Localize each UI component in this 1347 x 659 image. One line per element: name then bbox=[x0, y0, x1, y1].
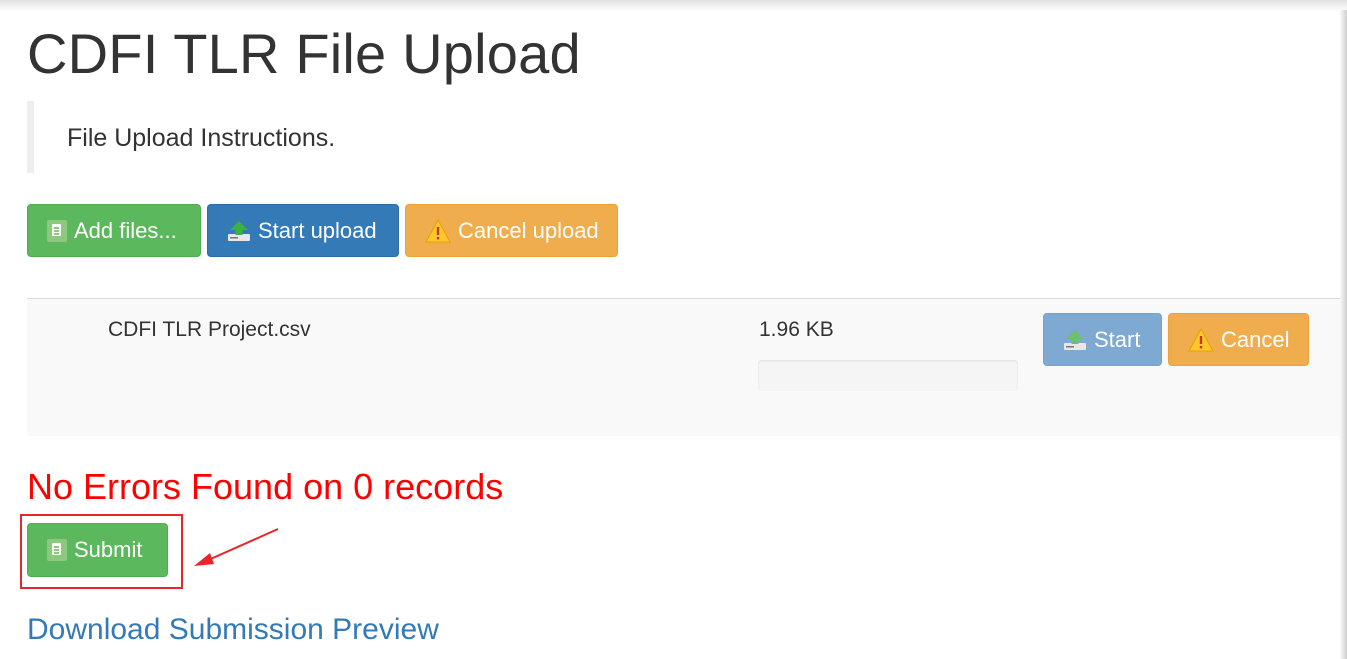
window-right-edge bbox=[1339, 10, 1347, 659]
start-file-label: Start bbox=[1094, 326, 1141, 352]
start-upload-button[interactable]: Start upload bbox=[207, 204, 399, 257]
submit-button[interactable]: Submit bbox=[27, 523, 168, 577]
add-files-button[interactable]: Add files... bbox=[27, 204, 201, 257]
cancel-upload-label: Cancel upload bbox=[458, 217, 599, 243]
file-icon bbox=[47, 539, 67, 561]
cancel-file-button[interactable]: Cancel bbox=[1168, 313, 1309, 366]
file-list-row: CDFI TLR Project.csv 1.96 KB Start Cance… bbox=[27, 298, 1340, 436]
warning-icon bbox=[425, 218, 451, 243]
warning-icon bbox=[1188, 327, 1214, 352]
upload-icon bbox=[1063, 328, 1087, 352]
start-file-button[interactable]: Start bbox=[1043, 313, 1162, 366]
upload-icon bbox=[227, 219, 251, 243]
file-size: 1.96 KB bbox=[759, 318, 834, 341]
instructions-blockquote: File Upload Instructions. bbox=[27, 101, 447, 173]
instructions-text: File Upload Instructions. bbox=[67, 124, 336, 152]
file-icon bbox=[47, 219, 67, 242]
add-files-label: Add files... bbox=[74, 217, 177, 243]
window-top-edge bbox=[0, 0, 1347, 12]
upload-progress-bar bbox=[758, 360, 1018, 391]
file-name: CDFI TLR Project.csv bbox=[108, 318, 311, 341]
cancel-upload-button[interactable]: Cancel upload bbox=[405, 204, 618, 257]
page-title: CDFI TLR File Upload bbox=[27, 22, 581, 85]
submit-label: Submit bbox=[74, 537, 143, 562]
cancel-file-label: Cancel bbox=[1221, 326, 1290, 352]
download-preview-link[interactable]: Download Submission Preview bbox=[27, 612, 439, 648]
start-upload-label: Start upload bbox=[258, 217, 377, 243]
validation-result-message: No Errors Found on 0 records bbox=[27, 466, 504, 507]
annotation-arrow bbox=[194, 528, 279, 566]
